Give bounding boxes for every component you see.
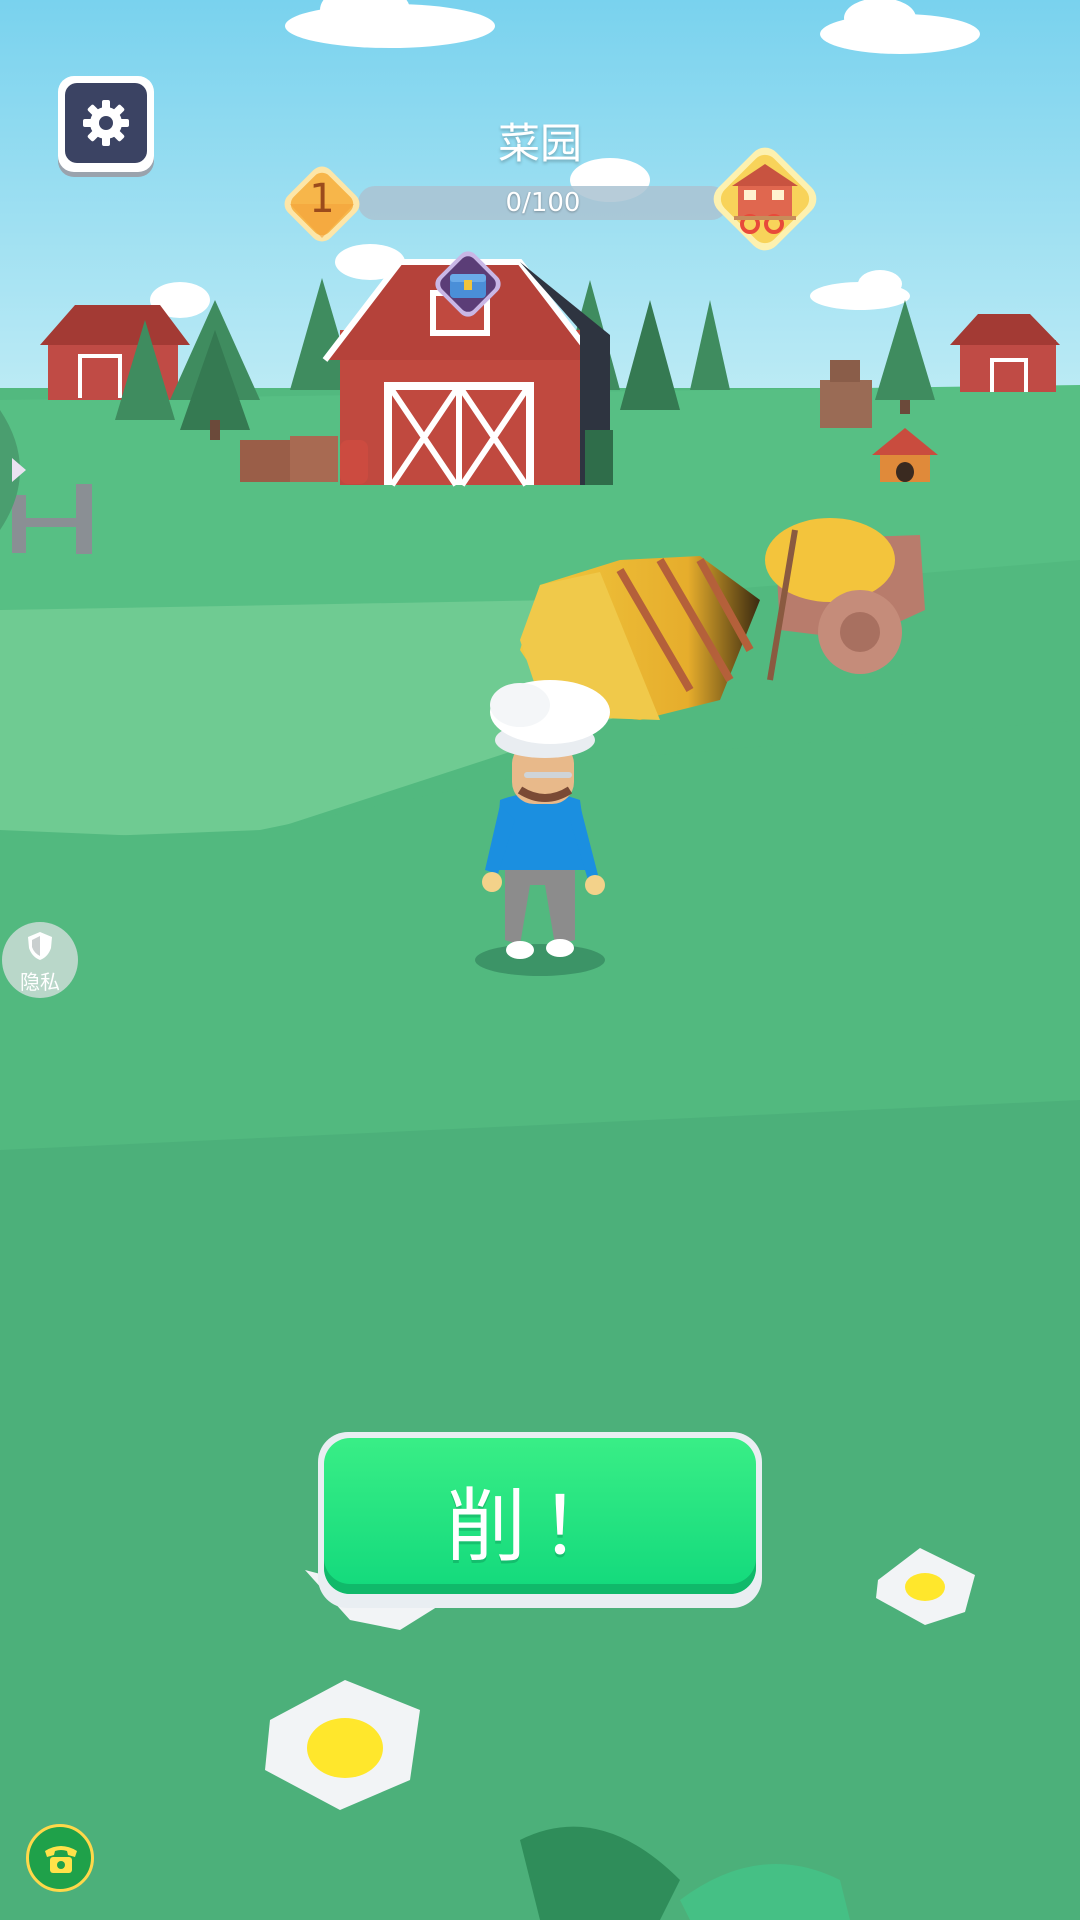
- level-title: 菜园: [497, 119, 582, 168]
- side-panel-arrow-icon[interactable]: [0, 410, 40, 530]
- current-level-number: 1: [309, 176, 335, 222]
- privacy-button[interactable]: 隐私: [2, 922, 78, 998]
- progress-text: 0/100: [505, 188, 581, 218]
- action-button-label: 削！: [446, 1480, 634, 1573]
- shield-icon: [28, 932, 52, 960]
- next-level-house-icon[interactable]: [700, 134, 830, 264]
- crates: [820, 380, 872, 428]
- gear-icon: [83, 100, 129, 146]
- settings-button[interactable]: [58, 76, 154, 172]
- privacy-label: 隐私: [20, 970, 60, 994]
- action-button[interactable]: 削！: [318, 1432, 762, 1608]
- game-scene: [0, 0, 1080, 1920]
- telephone-icon: [45, 1846, 77, 1873]
- phone-button[interactable]: [26, 1824, 94, 1892]
- treasure-chest-icon[interactable]: [428, 244, 508, 324]
